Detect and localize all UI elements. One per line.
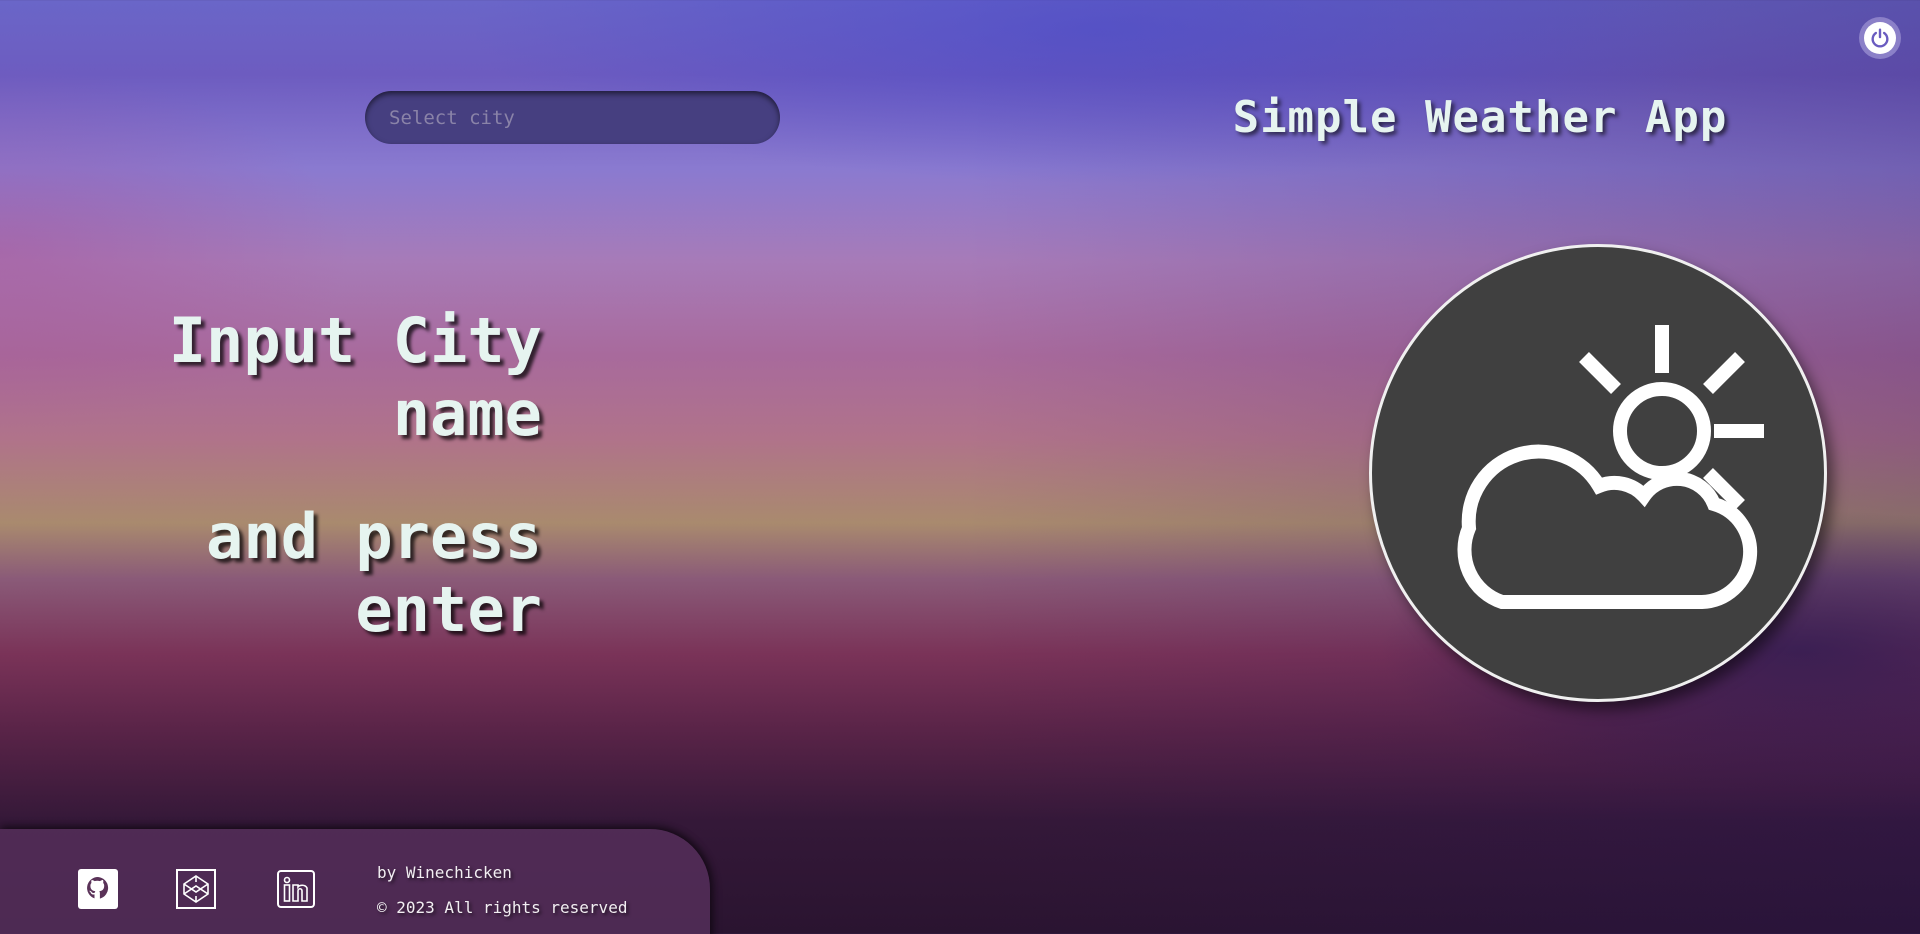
prompt-line: Input City xyxy=(168,304,542,377)
weather-display xyxy=(1369,244,1827,702)
prompt-line: name xyxy=(392,377,542,450)
prompt-line: and press xyxy=(206,500,542,573)
app-title: Simple Weather App xyxy=(1232,92,1728,143)
linkedin-link[interactable] xyxy=(275,868,317,910)
prompt-text-2: and press enter xyxy=(206,500,542,646)
copyright-text: © 2023 All rights reserved xyxy=(377,898,628,917)
author-text: by Winechicken xyxy=(377,863,512,882)
partly-cloudy-icon xyxy=(1457,325,1764,609)
codepen-icon xyxy=(176,869,216,909)
power-icon xyxy=(1864,22,1896,54)
prompt-text-1: Input City name xyxy=(169,304,542,450)
github-link[interactable] xyxy=(77,868,119,910)
linkedin-icon xyxy=(277,870,315,908)
codepen-link[interactable] xyxy=(175,868,217,910)
github-icon xyxy=(78,869,118,909)
prompt-line: enter xyxy=(355,573,542,646)
power-button[interactable] xyxy=(1859,17,1901,59)
city-search-input[interactable] xyxy=(365,91,780,144)
